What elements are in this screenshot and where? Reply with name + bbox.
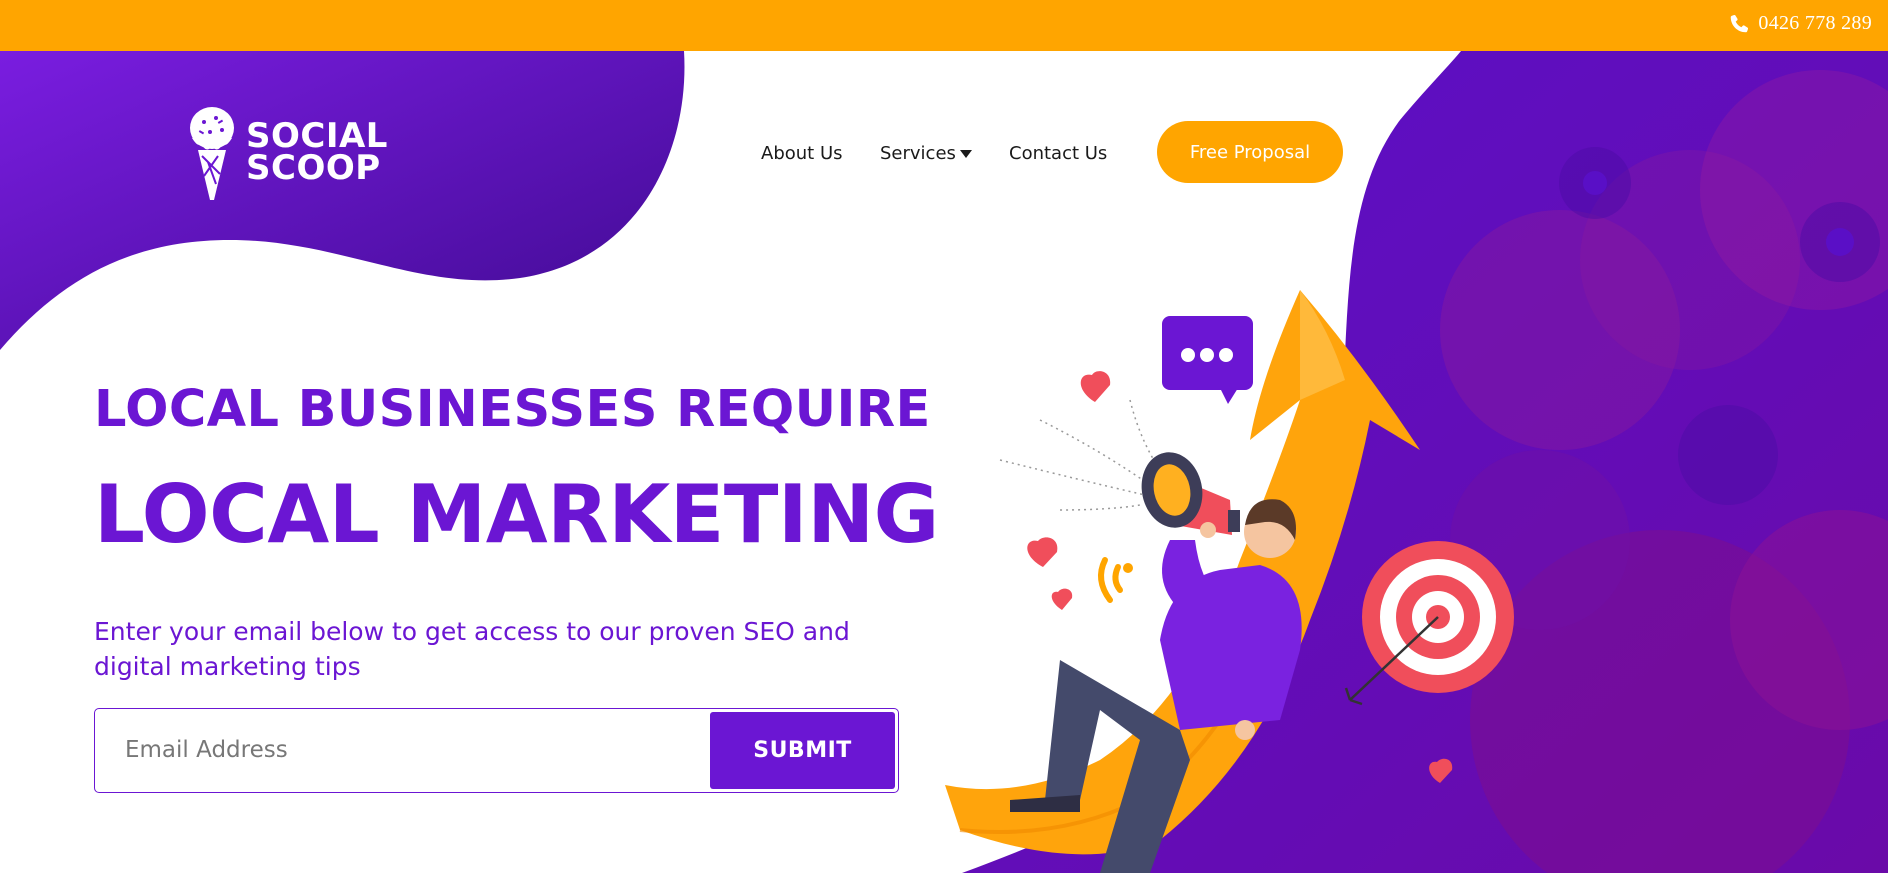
phone-icon <box>1731 14 1749 32</box>
nav-contact-us[interactable]: Contact Us <box>1009 143 1107 164</box>
nav-services[interactable]: Services <box>880 143 972 164</box>
signal-icon <box>1098 557 1123 603</box>
caret-down-icon <box>959 149 972 158</box>
main-nav: About Us Services Contact Us Free Propos… <box>0 120 1888 183</box>
top-bar: 0426 778 289 <box>0 0 1888 51</box>
hero-headline-line2: LOCAL MARKETING <box>94 468 939 561</box>
phone-contact[interactable]: 0426 778 289 <box>1728 12 1872 35</box>
phone-number[interactable]: 0426 778 289 <box>1758 12 1872 35</box>
submit-button[interactable]: SUBMIT <box>710 712 895 789</box>
marketing-illustration <box>945 290 1514 873</box>
free-proposal-button[interactable]: Free Proposal <box>1157 121 1343 183</box>
target-icon <box>1344 541 1514 706</box>
email-input[interactable] <box>97 711 697 789</box>
email-signup-form: SUBMIT <box>94 708 899 793</box>
megaphone-icon <box>1141 452 1240 535</box>
hero-headline-line1: LOCAL BUSINESSES REQUIRE <box>94 380 931 439</box>
hero-subtext: Enter your email below to get access to … <box>94 617 850 681</box>
chat-bubble-icon <box>1162 316 1253 404</box>
nav-about-us[interactable]: About Us <box>761 143 843 164</box>
nav-services-label: Services <box>880 143 956 164</box>
